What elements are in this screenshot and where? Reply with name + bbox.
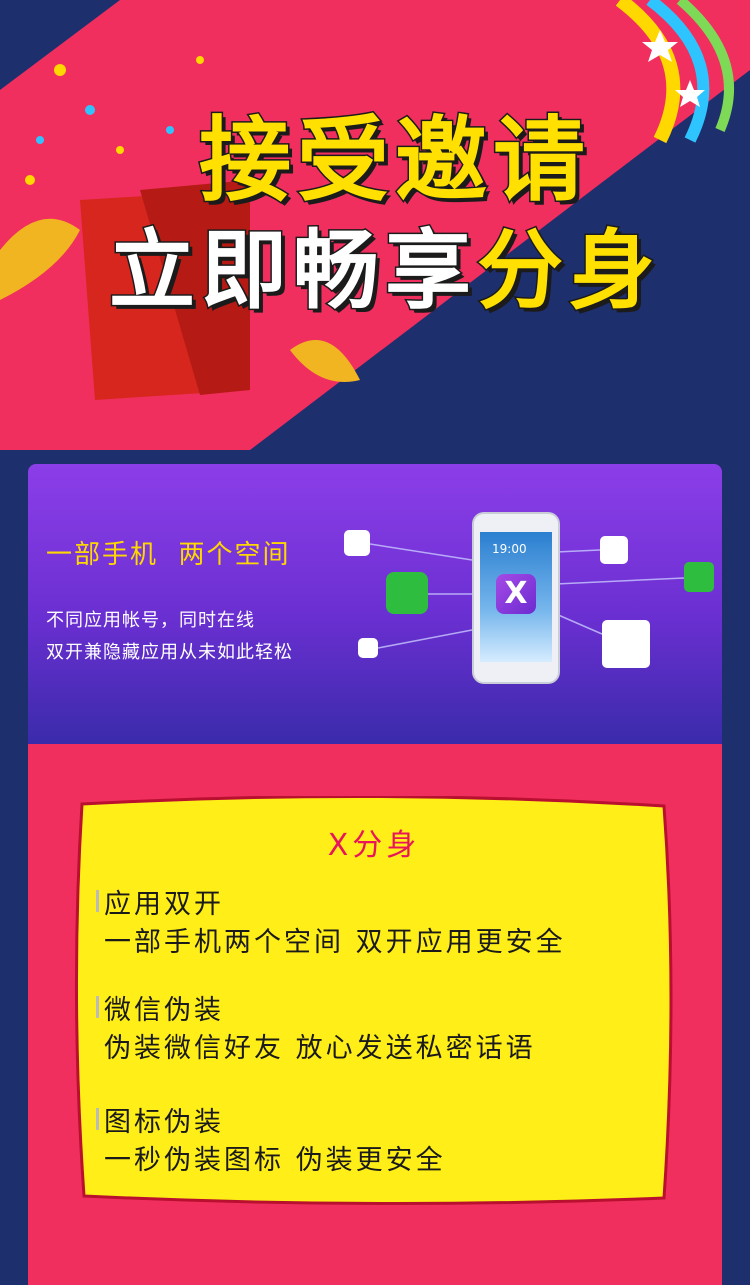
feature-bar xyxy=(96,890,99,912)
phone-clock: 19:00 xyxy=(492,542,527,556)
chat-app-icon xyxy=(358,638,378,658)
headline-enjoy-clone: 立即畅享分身 xyxy=(10,200,750,325)
wechat-icon xyxy=(386,572,428,614)
feature-heading: 应用双开 xyxy=(104,889,224,920)
wechat-icon xyxy=(684,562,714,592)
feature-heading: 图标伪装 xyxy=(104,1107,224,1138)
card-title: X分身 xyxy=(327,828,421,863)
panel-desc-1: 不同应用帐号，同时在线 xyxy=(46,610,255,631)
panel-desc-2: 双开兼隐藏应用从未如此轻松 xyxy=(46,642,293,663)
connector-lines xyxy=(369,543,685,649)
feature-heading: 微信伪装 xyxy=(104,995,224,1026)
headline-clone-word: 分身 xyxy=(476,220,661,323)
tagline-two-spaces: 两个空间 xyxy=(178,540,291,570)
lower-section: X分身 应用双开 一部手机两个空间 双开应用更安全 微信伪装 伪装微信好友 放心… xyxy=(28,744,722,1285)
hero-banner: 接受邀请 立即畅享分身 xyxy=(0,0,750,450)
qq-penguin-icon xyxy=(344,530,370,556)
feature-card: X分身 应用双开 一部手机两个空间 双开应用更安全 微信伪装 伪装微信好友 放心… xyxy=(74,796,674,1206)
panel-tagline: 一部手机 两个空间 xyxy=(46,534,291,571)
feature-bar xyxy=(96,996,99,1018)
headline-enjoy-now: 立即畅享 xyxy=(108,220,477,323)
qq-penguin-icon xyxy=(600,536,628,564)
feature-bar xyxy=(96,1108,99,1130)
phone-mockup: 19:00 X xyxy=(472,512,560,684)
tagline-one-phone: 一部手机 xyxy=(46,540,159,570)
feature-detail: 一部手机两个空间 双开应用更安全 xyxy=(104,927,566,958)
feature-panel: 一部手机 两个空间 不同应用帐号，同时在线 双开兼隐藏应用从未如此轻松 19:0… xyxy=(28,464,722,744)
x-app-logo-icon: X xyxy=(496,574,536,614)
feature-detail: 一秒伪装图标 伪装更安全 xyxy=(104,1145,446,1176)
feature-detail: 伪装微信好友 放心发送私密话语 xyxy=(104,1033,536,1064)
chat-app-icon xyxy=(602,620,650,668)
phone-screen: 19:00 X xyxy=(480,532,552,662)
